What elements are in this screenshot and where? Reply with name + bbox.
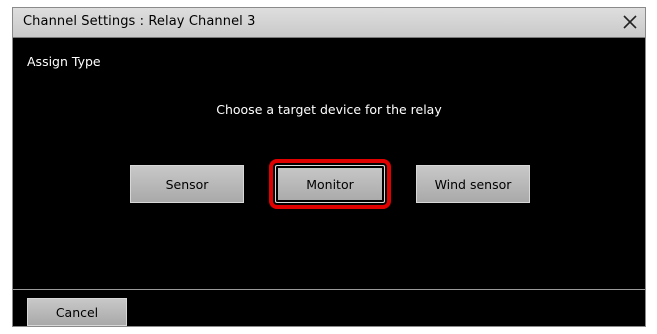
cancel-button[interactable]: Cancel [27,298,127,326]
dialog-footer: Cancel [13,290,645,326]
dialog-title: Channel Settings : Relay Channel 3 [23,14,256,29]
channel-settings-dialog: Channel Settings : Relay Channel 3 Assig… [12,7,646,327]
prompt-text: Choose a target device for the relay [216,102,442,117]
dialog-content: Assign Type Choose a target device for t… [13,38,645,288]
close-icon[interactable] [619,11,641,33]
monitor-button[interactable]: Monitor [269,159,391,209]
section-label: Assign Type [27,54,101,69]
sensor-button[interactable]: Sensor [130,165,244,203]
wind-sensor-button[interactable]: Wind sensor [416,165,530,203]
title-bar: Channel Settings : Relay Channel 3 [13,8,645,38]
